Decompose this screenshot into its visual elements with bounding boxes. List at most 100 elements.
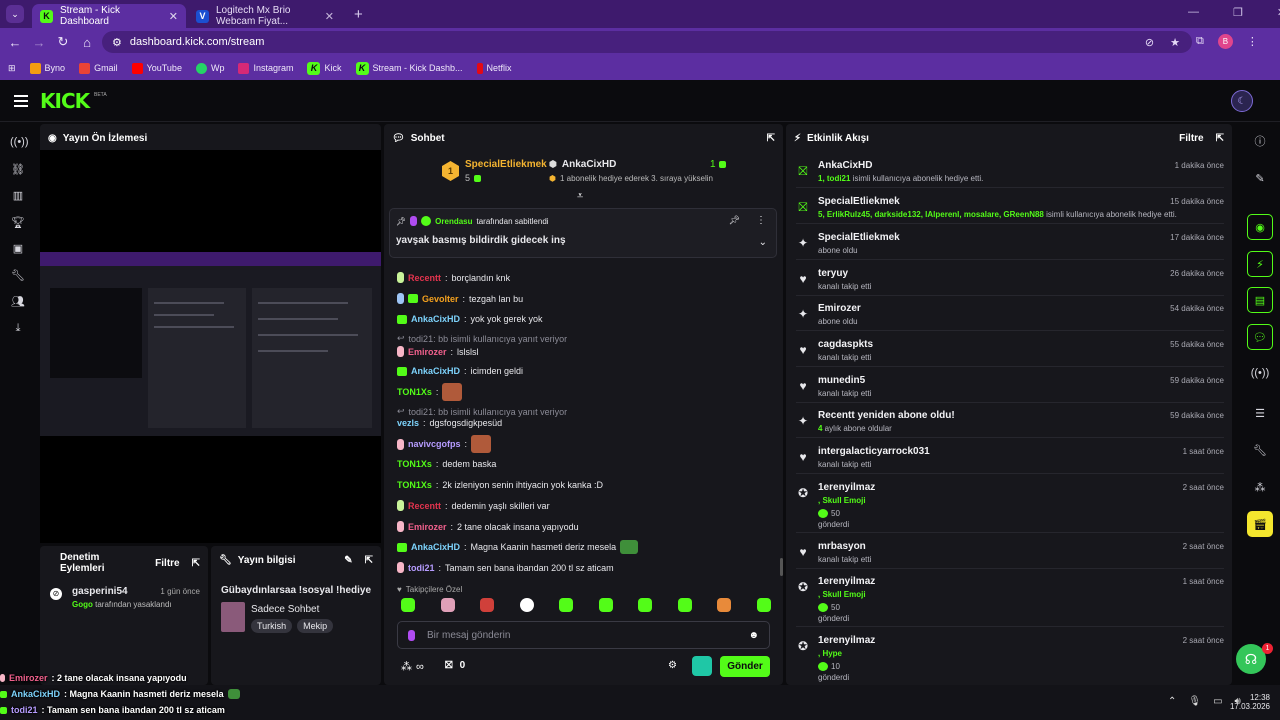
bookmark-gmail[interactable]: Gmail: [79, 62, 118, 74]
bookmark-netflix[interactable]: Netflix: [476, 62, 512, 74]
chat-widget-icon[interactable]: 💬︎: [1247, 324, 1273, 350]
bookmark-wp[interactable]: Wp: [195, 62, 224, 74]
chat-scrollbar[interactable]: [780, 558, 783, 576]
new-tab-button[interactable]: +: [354, 6, 363, 23]
chat-settings-icon[interactable]: ⚙: [668, 660, 677, 671]
user-avatar[interactable]: ☾: [1231, 90, 1253, 112]
chat-message[interactable]: navivcgofps:: [397, 435, 492, 453]
link-icon[interactable]: ⛓: [10, 163, 26, 176]
emote-button[interactable]: [559, 598, 574, 612]
mic-icon[interactable]: 🎙︎: [1188, 696, 1201, 707]
site-info-icon[interactable]: ⚙: [112, 36, 122, 49]
mod-filter-button[interactable]: Filtre: [155, 558, 179, 569]
hamburger-menu-icon[interactable]: [14, 95, 28, 107]
emote-button[interactable]: [717, 598, 732, 612]
chat-message[interactable]: TON1Xs:: [397, 383, 463, 401]
reload-icon[interactable]: ↻: [51, 34, 75, 50]
back-icon[interactable]: ←: [3, 35, 27, 50]
chat-message[interactable]: AnkaCixHD: yok yok gerek yok: [397, 314, 543, 324]
info-icon[interactable]: ⓘ: [1247, 128, 1273, 154]
emote-button[interactable]: [638, 598, 653, 612]
expand-icon[interactable]: ⇱: [365, 555, 373, 566]
url-bar[interactable]: ⚙ dashboard.kick.com/stream ⊘ ★: [102, 31, 1192, 53]
edit-pencil-icon[interactable]: ✎: [1247, 165, 1273, 191]
chat-message[interactable]: Emirozer: lslslsl: [397, 346, 479, 357]
minimize-icon[interactable]: —: [1188, 6, 1199, 19]
tag-chip[interactable]: Mekip: [297, 619, 334, 633]
menu-kebab-icon[interactable]: ⋮: [1247, 35, 1258, 48]
close-tab-icon[interactable]: ✕: [325, 10, 334, 23]
points-icon[interactable]: ⁂: [1247, 474, 1273, 500]
wrench-icon[interactable]: 🔧︎: [10, 269, 26, 282]
tab-kick-dashboard[interactable]: K Stream - Kick Dashboard ✕: [32, 4, 186, 28]
profile-avatar[interactable]: B: [1217, 34, 1233, 49]
collapse-icon[interactable]: ⩡: [577, 190, 583, 203]
expand-icon[interactable]: ⇱: [1216, 133, 1224, 144]
gift-counter[interactable]: ⛝ 0: [445, 660, 465, 671]
analytics-icon[interactable]: ▥: [10, 189, 26, 202]
tab-search-dropdown[interactable]: ⌄: [6, 5, 24, 23]
tag-chip[interactable]: Turkish: [251, 619, 293, 633]
top-gifter-name[interactable]: SpecialEtliekmek: [465, 159, 547, 170]
chat-message[interactable]: todi21: Tamam sen bana ibandan 200 tl sz…: [397, 562, 614, 573]
stream-category[interactable]: Sadece Sohbet: [251, 604, 319, 615]
pinned-menu-icon[interactable]: ⋮: [756, 215, 766, 226]
emote-button[interactable]: [756, 598, 771, 612]
edit-pencil-icon[interactable]: ✎: [344, 555, 352, 566]
activity-filter-button[interactable]: Filtre: [1179, 133, 1203, 144]
chat-message[interactable]: AnkaCixHD: Magna Kaanin hasmeti deriz me…: [397, 540, 639, 554]
emote-button[interactable]: [598, 598, 613, 612]
clapper-icon[interactable]: 🎬︎: [1247, 511, 1273, 537]
kick-logo[interactable]: KICK: [40, 89, 90, 113]
bookmark-kick[interactable]: K Kick: [307, 61, 342, 75]
extensions-icon[interactable]: ⧉: [1196, 35, 1204, 48]
queue-icon[interactable]: ☰: [1247, 400, 1273, 426]
clock[interactable]: 12:38 17.03.2026: [1226, 693, 1270, 711]
expand-icon[interactable]: ⇱: [767, 133, 775, 144]
chat-message[interactable]: Gevolter: tezgah lan bu: [397, 293, 523, 304]
pinned-by[interactable]: Orendasu: [435, 217, 472, 226]
emoji-picker-icon[interactable]: ☻: [748, 630, 759, 641]
preview-widget-icon[interactable]: ◉: [1247, 214, 1273, 240]
wrench-icon[interactable]: 🔧︎: [1247, 437, 1273, 463]
bookmark-byno[interactable]: Byno: [29, 62, 65, 74]
chevron-down-icon[interactable]: ⌄: [759, 237, 767, 248]
sub-user[interactable]: AnkaCixHD: [562, 159, 616, 170]
chat-message[interactable]: TON1Xs: 2k izleniyon senin ihtiyacin yok…: [397, 480, 603, 490]
chat-message[interactable]: Recentt: borçlandın knk: [397, 272, 510, 283]
chevron-up-icon[interactable]: ⌃: [1168, 696, 1176, 707]
users-icon[interactable]: 👥︎: [10, 295, 26, 308]
activity-widget-icon[interactable]: ⚡︎: [1247, 251, 1273, 277]
trophy-icon[interactable]: 🏆︎: [10, 216, 26, 229]
close-tab-icon[interactable]: ✕: [169, 10, 178, 23]
chat-message[interactable]: Emirozer: 2 tane olacak insana yapıyodu: [397, 521, 579, 532]
chat-message[interactable]: TON1Xs: dedem baska: [397, 459, 496, 469]
emote-button[interactable]: [401, 598, 415, 612]
network-icon[interactable]: ▭: [1213, 696, 1222, 707]
restore-icon[interactable]: ❐: [1233, 6, 1243, 19]
emote-button[interactable]: [519, 598, 534, 612]
chat-message[interactable]: vezls: dgsfogsdigkpesüd: [397, 418, 502, 428]
bookmark-star-icon[interactable]: ★: [1170, 36, 1180, 49]
apps-grid-icon[interactable]: ⊞: [8, 63, 16, 74]
emote-button[interactable]: [480, 598, 495, 612]
tab-logitech[interactable]: V Logitech Mx Brio Webcam Fiyat... ✕: [188, 4, 342, 28]
kick-mascot-icon[interactable]: [692, 656, 712, 676]
chat-message[interactable]: AnkaCixHD: icimden geldi: [397, 366, 523, 376]
home-icon[interactable]: ⌂: [75, 35, 99, 50]
download-icon[interactable]: ⤓: [10, 322, 26, 335]
bookmark-stream-dashboard[interactable]: K Stream - Kick Dashb...: [355, 61, 463, 75]
send-button[interactable]: Gönder: [720, 656, 770, 677]
unpin-icon[interactable]: 📌︎: [729, 215, 740, 226]
live-stream-icon[interactable]: ((•)): [10, 136, 29, 148]
notes-widget-icon[interactable]: ▤: [1247, 287, 1273, 313]
emote-button[interactable]: [677, 598, 692, 612]
bookmark-instagram[interactable]: Instagram: [238, 62, 293, 74]
emote-button[interactable]: [440, 598, 455, 612]
chat-message[interactable]: Recentt: dedemin yaşlı skilleri var: [397, 500, 550, 511]
eye-off-icon[interactable]: ⊘: [1145, 36, 1154, 49]
forward-icon[interactable]: →: [27, 35, 51, 50]
chat-input[interactable]: Bir mesaj gönderin ☻: [397, 621, 770, 649]
video-icon[interactable]: ▣: [10, 242, 26, 255]
bookmark-youtube[interactable]: YouTube: [131, 62, 182, 74]
